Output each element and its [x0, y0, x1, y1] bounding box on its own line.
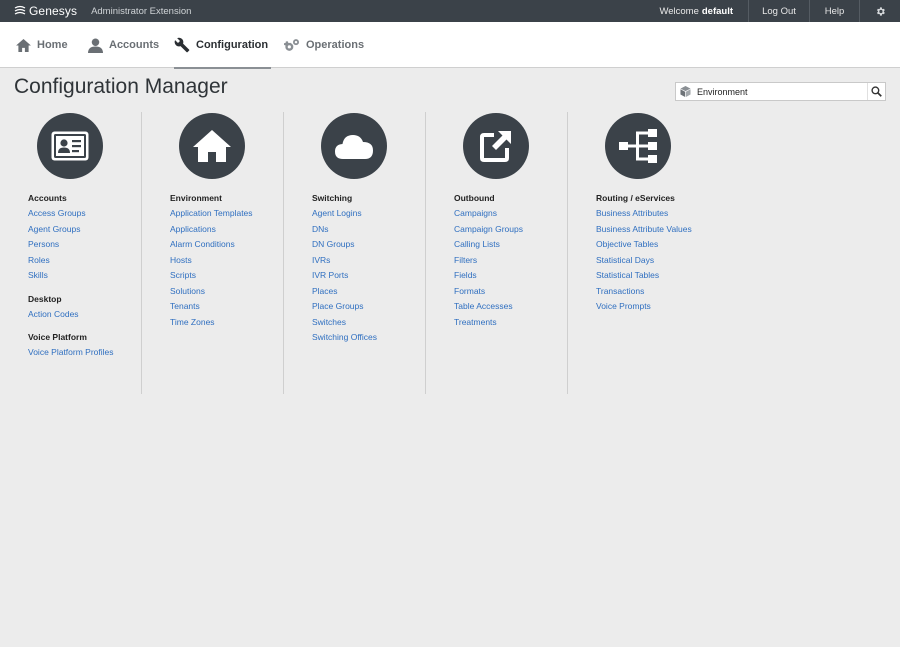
link-agent-logins[interactable]: Agent Logins [312, 206, 424, 222]
group-routing-eservices: Routing / eServices Business Attributes … [596, 191, 726, 315]
link-roles[interactable]: Roles [28, 253, 140, 269]
link-voice-prompts[interactable]: Voice Prompts [596, 299, 726, 315]
search-button[interactable] [867, 83, 885, 100]
link-agent-groups[interactable]: Agent Groups [28, 222, 140, 238]
group-switching: Switching Agent Logins DNs DN Groups IVR… [312, 191, 424, 346]
group-title: Accounts [28, 193, 67, 203]
category-column-outbound: Outbound Campaigns Campaign Groups Calli… [426, 112, 568, 394]
search-box[interactable]: Environment [675, 82, 886, 101]
group-title: Switching [312, 193, 353, 203]
welcome-text: Welcome default [659, 0, 749, 22]
link-business-attributes[interactable]: Business Attributes [596, 206, 726, 222]
link-campaigns[interactable]: Campaigns [454, 206, 566, 222]
settings-button[interactable] [860, 0, 900, 22]
link-treatments[interactable]: Treatments [454, 315, 566, 331]
cube-icon [680, 86, 691, 97]
link-switching-offices[interactable]: Switching Offices [312, 330, 424, 346]
category-column-accounts: Accounts Access Groups Agent Groups Pers… [0, 112, 142, 394]
link-action-codes[interactable]: Action Codes [28, 307, 140, 323]
nav-home-label: Home [37, 39, 68, 51]
category-column-environment: Environment Application Templates Applic… [142, 112, 284, 394]
link-table-accesses[interactable]: Table Accesses [454, 299, 566, 315]
link-application-templates[interactable]: Application Templates [170, 206, 282, 222]
nav-operations-label: Operations [306, 39, 365, 51]
category-icon-circle[interactable] [321, 113, 387, 179]
main-nav: Home Accounts Configuration Operations [0, 22, 900, 69]
person-icon [88, 37, 103, 53]
top-bar: Genesys Administrator Extension Welcome … [0, 0, 900, 22]
link-alarm-conditions[interactable]: Alarm Conditions [170, 237, 282, 253]
help-button[interactable]: Help [810, 0, 860, 22]
nav-accounts-label: Accounts [109, 39, 160, 51]
username: default [701, 5, 733, 17]
link-persons[interactable]: Persons [28, 237, 140, 253]
welcome-prefix: Welcome [659, 5, 699, 17]
link-calling-lists[interactable]: Calling Lists [454, 237, 566, 253]
group-title: Routing / eServices [596, 193, 675, 203]
app-name: Administrator Extension [91, 5, 192, 17]
group-title: Voice Platform [28, 332, 87, 342]
group-voice-platform: Voice Platform Voice Platform Profiles [28, 330, 140, 361]
link-tenants[interactable]: Tenants [170, 299, 282, 315]
link-access-groups[interactable]: Access Groups [28, 206, 140, 222]
wrench-icon [174, 37, 190, 53]
home-icon [16, 38, 31, 52]
link-solutions[interactable]: Solutions [170, 284, 282, 300]
nav-accounts[interactable]: Accounts [88, 22, 159, 68]
category-icon-circle[interactable] [37, 113, 103, 179]
link-transactions[interactable]: Transactions [596, 284, 726, 300]
link-business-attribute-values[interactable]: Business Attribute Values [596, 222, 726, 238]
routing-tree-icon [619, 129, 657, 163]
category-icon-circle[interactable] [179, 113, 245, 179]
gears-icon [284, 38, 299, 51]
brand: Genesys [0, 0, 77, 22]
link-applications[interactable]: Applications [170, 222, 282, 238]
nav-home[interactable]: Home [16, 22, 68, 68]
search-icon [871, 86, 882, 97]
link-dn-groups[interactable]: DN Groups [312, 237, 424, 253]
contact-card-icon [51, 131, 89, 161]
link-dns[interactable]: DNs [312, 222, 424, 238]
link-ivr-ports[interactable]: IVR Ports [312, 268, 424, 284]
group-title: Outbound [454, 193, 495, 203]
category-icon-circle[interactable] [463, 113, 529, 179]
group-desktop: Desktop Action Codes [28, 292, 140, 323]
group-title: Desktop [28, 293, 62, 304]
link-filters[interactable]: Filters [454, 253, 566, 269]
category-column-routing: Routing / eServices Business Attributes … [568, 112, 710, 394]
link-skills[interactable]: Skills [28, 268, 140, 284]
nav-configuration-label: Configuration [196, 39, 269, 51]
group-outbound: Outbound Campaigns Campaign Groups Calli… [454, 191, 566, 330]
category-column-switching: Switching Agent Logins DNs DN Groups IVR… [284, 112, 426, 394]
link-fields[interactable]: Fields [454, 268, 566, 284]
link-statistical-tables[interactable]: Statistical Tables [596, 268, 726, 284]
category-icon-circle[interactable] [605, 113, 671, 179]
genesys-logo-icon [14, 5, 26, 15]
group-accounts: Accounts Access Groups Agent Groups Pers… [28, 191, 140, 284]
logout-button[interactable]: Log Out [749, 0, 810, 22]
link-objective-tables[interactable]: Objective Tables [596, 237, 726, 253]
link-places[interactable]: Places [312, 284, 424, 300]
cloud-icon [335, 135, 373, 159]
external-link-icon [480, 131, 511, 162]
group-title: Environment [170, 193, 222, 203]
search-input[interactable]: Environment [697, 87, 867, 97]
brand-name: Genesys [29, 4, 78, 18]
nav-operations[interactable]: Operations [284, 22, 364, 68]
link-scripts[interactable]: Scripts [170, 268, 282, 284]
gear-icon [876, 6, 885, 16]
link-time-zones[interactable]: Time Zones [170, 315, 282, 331]
house-icon [193, 130, 231, 162]
link-switches[interactable]: Switches [312, 315, 424, 331]
group-environment: Environment Application Templates Applic… [170, 191, 282, 330]
link-statistical-days[interactable]: Statistical Days [596, 253, 726, 269]
link-campaign-groups[interactable]: Campaign Groups [454, 222, 566, 238]
link-formats[interactable]: Formats [454, 284, 566, 300]
nav-configuration[interactable]: Configuration [174, 22, 272, 69]
link-hosts[interactable]: Hosts [170, 253, 282, 269]
link-voice-platform-profiles[interactable]: Voice Platform Profiles [28, 345, 140, 361]
link-ivrs[interactable]: IVRs [312, 253, 424, 269]
page-title: Configuration Manager [14, 75, 228, 98]
link-place-groups[interactable]: Place Groups [312, 299, 424, 315]
